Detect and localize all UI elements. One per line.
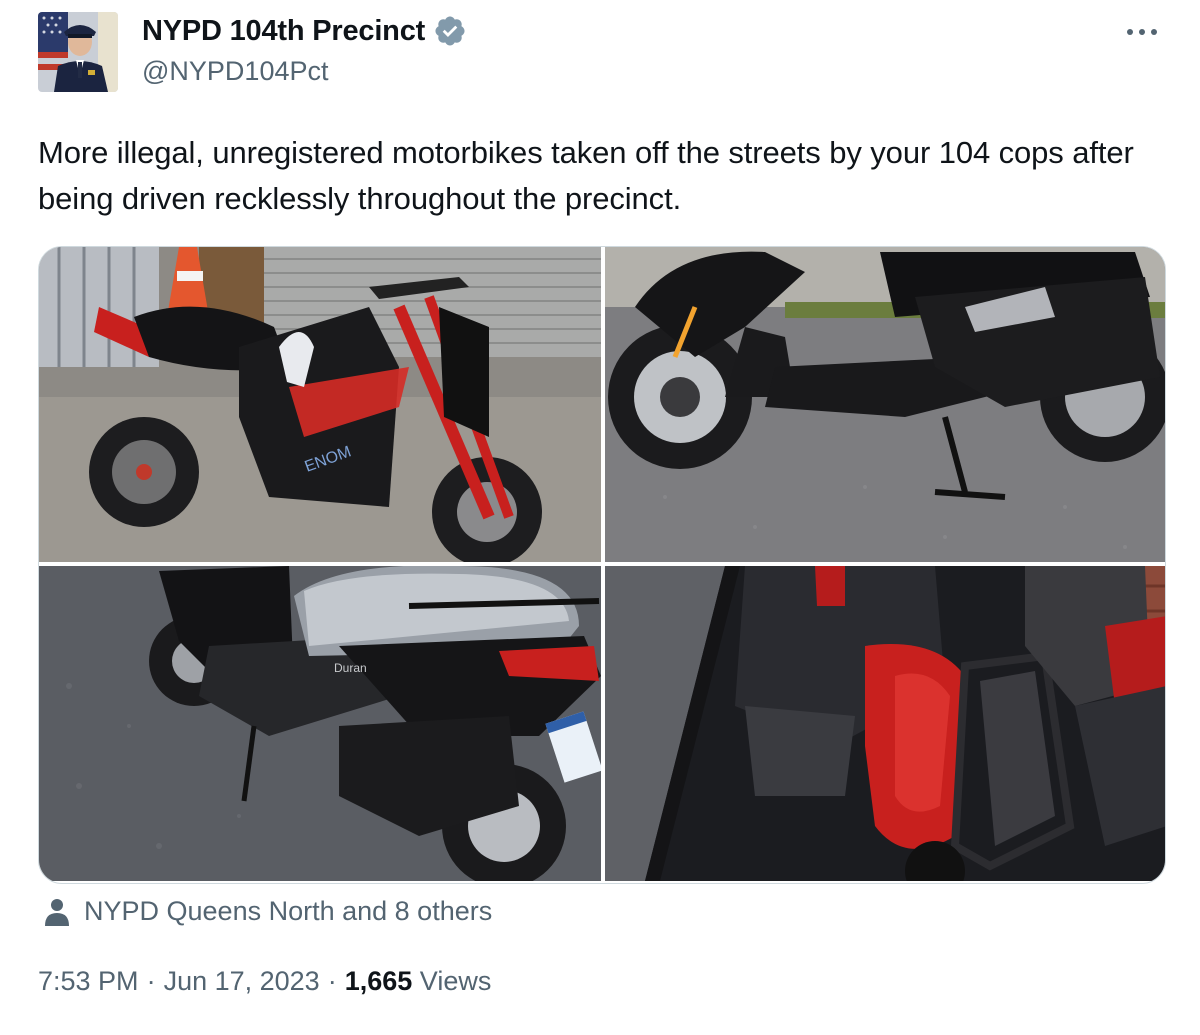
views-count: 1,665 [344, 966, 413, 996]
author-handle[interactable]: @NYPD104Pct [142, 56, 328, 87]
media-photo-4[interactable] [605, 566, 1165, 881]
verified-badge-icon [435, 16, 465, 46]
person-icon [45, 898, 69, 926]
avatar[interactable] [38, 12, 118, 92]
author-name-row[interactable]: NYPD 104th Precinct [142, 14, 467, 48]
media-photo-3[interactable]: Duran [39, 566, 601, 881]
photo-scooter-red-closeup [605, 566, 1165, 881]
views-label: Views [419, 966, 492, 996]
tweet-date[interactable]: Jun 17, 2023 [164, 966, 320, 997]
media-grid: ENOM Duran [38, 246, 1166, 884]
tagged-users-label[interactable]: NYPD Queens North and 8 others [84, 896, 492, 927]
author-name[interactable]: NYPD 104th Precinct [142, 15, 425, 48]
meta-separator: · [327, 966, 337, 996]
media-photo-2[interactable] [605, 247, 1165, 562]
tweet-text: More illegal, unregistered motorbikes ta… [38, 135, 1134, 216]
svg-text:Duran: Duran [334, 661, 367, 675]
media-photo-1[interactable]: ENOM [39, 247, 601, 562]
tweet-time[interactable]: 7:53 PM [38, 966, 139, 997]
tweet-meta: 7:53 PM · Jun 17, 2023 · 1,665 Views [38, 966, 491, 997]
meta-separator: · [146, 966, 156, 996]
photo-motorbike-red-black: ENOM [39, 247, 601, 562]
photo-scooter-plated: Duran [39, 566, 601, 881]
more-options-button[interactable] [1122, 16, 1162, 48]
photo-scooter-black [605, 247, 1165, 562]
ellipsis-icon [1127, 29, 1157, 35]
tagged-users[interactable]: NYPD Queens North and 8 others [44, 896, 492, 927]
